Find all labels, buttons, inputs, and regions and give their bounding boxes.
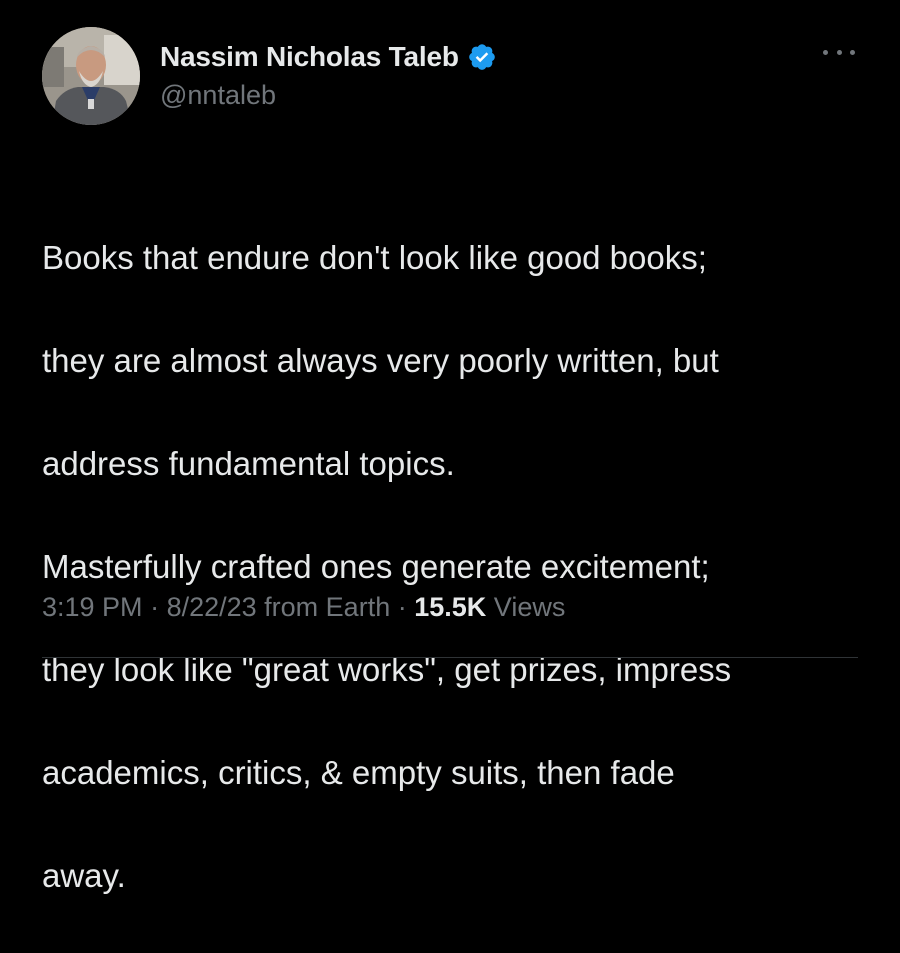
views-count[interactable]: 15.5K — [414, 592, 486, 622]
verified-badge-icon[interactable] — [467, 42, 497, 72]
more-dot — [836, 49, 842, 55]
tweet-time[interactable]: 3:19 PM — [42, 592, 143, 622]
tweet-text-line: Books that endure don't look like good b… — [42, 238, 707, 276]
handle[interactable]: @nntaleb — [160, 80, 276, 111]
display-name[interactable]: Nassim Nicholas Taleb — [160, 41, 459, 73]
more-dot — [823, 49, 828, 55]
tweet-text-line: away. — [42, 856, 126, 894]
meta-separator: · — [390, 592, 415, 622]
meta-separator: · — [142, 592, 167, 622]
tweet-text: Books that endure don't look like good b… — [42, 180, 872, 953]
tweet-text-line: academics, critics, & empty suits, then … — [42, 753, 675, 791]
tweet-source: from Earth — [264, 592, 391, 622]
tweet-text-line: they are almost always very poorly writt… — [42, 341, 719, 379]
more-horizontal-icon[interactable] — [823, 42, 855, 62]
divider — [42, 657, 858, 658]
tweet-meta: 3:19 PM · 8/22/23 from Earth · 15.5K Vie… — [42, 592, 565, 623]
more-dot — [850, 49, 855, 55]
tweet-text-line: address fundamental topics. — [42, 444, 455, 482]
avatar-image — [42, 27, 140, 125]
avatar[interactable] — [42, 27, 140, 125]
author-name-row: Nassim Nicholas Taleb — [160, 38, 497, 76]
tweet-date[interactable]: 8/22/23 — [167, 592, 257, 622]
tweet-text-line: Masterfully crafted ones generate excite… — [42, 547, 710, 585]
tweet-text-line: they look like "great works", get prizes… — [42, 650, 732, 688]
views-label[interactable]: Views — [494, 592, 566, 622]
tweet: Nassim Nicholas Taleb @nntaleb Books tha… — [0, 0, 900, 894]
